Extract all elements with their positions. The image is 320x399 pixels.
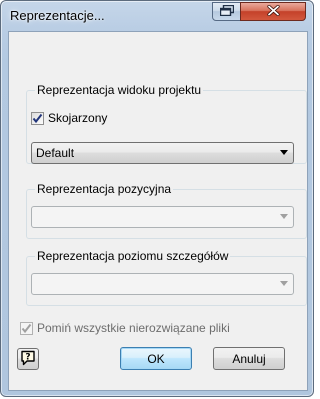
dropdown-arrow-icon <box>280 281 288 286</box>
restore-icon <box>219 4 234 19</box>
restore-button[interactable] <box>212 2 241 21</box>
associative-checkbox[interactable] <box>31 111 44 125</box>
title-bar[interactable]: Reprezentacje... <box>1 1 313 31</box>
positional-representation-dropdown[interactable] <box>31 206 294 228</box>
close-button[interactable] <box>240 2 306 21</box>
cancel-button-label: Anuluj <box>232 351 266 366</box>
associative-checkbox-row[interactable]: Skojarzony <box>31 111 107 125</box>
close-icon <box>266 4 280 19</box>
window-title: Reprezentacje... <box>10 8 105 23</box>
cancel-button[interactable]: Anuluj <box>213 347 285 370</box>
associative-label: Skojarzony <box>48 111 108 125</box>
view-representation-label: Reprezentacja widoku projektu <box>35 83 204 97</box>
view-representation-group: Reprezentacja widoku projektu Skojarzony… <box>26 83 307 164</box>
view-representation-value: Default <box>36 146 75 160</box>
view-representation-dropdown[interactable]: Default <box>31 142 294 164</box>
lod-representation-dropdown[interactable] <box>31 273 294 295</box>
help-button[interactable]: ? <box>17 348 39 370</box>
svg-text:?: ? <box>25 352 30 362</box>
positional-representation-label: Reprezentacja pozycyjna <box>35 182 174 196</box>
lod-representation-group: Reprezentacja poziomu szczegółów <box>26 249 307 306</box>
lod-representation-label: Reprezentacja poziomu szczegółów <box>35 249 231 263</box>
checkmark-icon <box>21 323 32 333</box>
dialog-client-area: Reprezentacja widoku projektu Skojarzony… <box>8 31 308 391</box>
skip-unresolved-checkbox-row[interactable]: Pomiń wszystkie nierozwiązane pliki <box>20 321 230 335</box>
help-question-icon: ? <box>20 350 36 369</box>
dropdown-arrow-icon <box>280 150 288 155</box>
dropdown-arrow-icon <box>280 214 288 219</box>
dialog-window: Reprezentacje... Reprezentacja widoku pr… <box>0 0 314 397</box>
checkmark-icon <box>32 113 43 123</box>
skip-unresolved-label: Pomiń wszystkie nierozwiązane pliki <box>37 321 230 335</box>
ok-button[interactable]: OK <box>120 347 192 370</box>
ok-button-label: OK <box>147 351 165 366</box>
positional-representation-group: Reprezentacja pozycyjna <box>26 182 307 239</box>
skip-unresolved-checkbox[interactable] <box>20 321 33 335</box>
